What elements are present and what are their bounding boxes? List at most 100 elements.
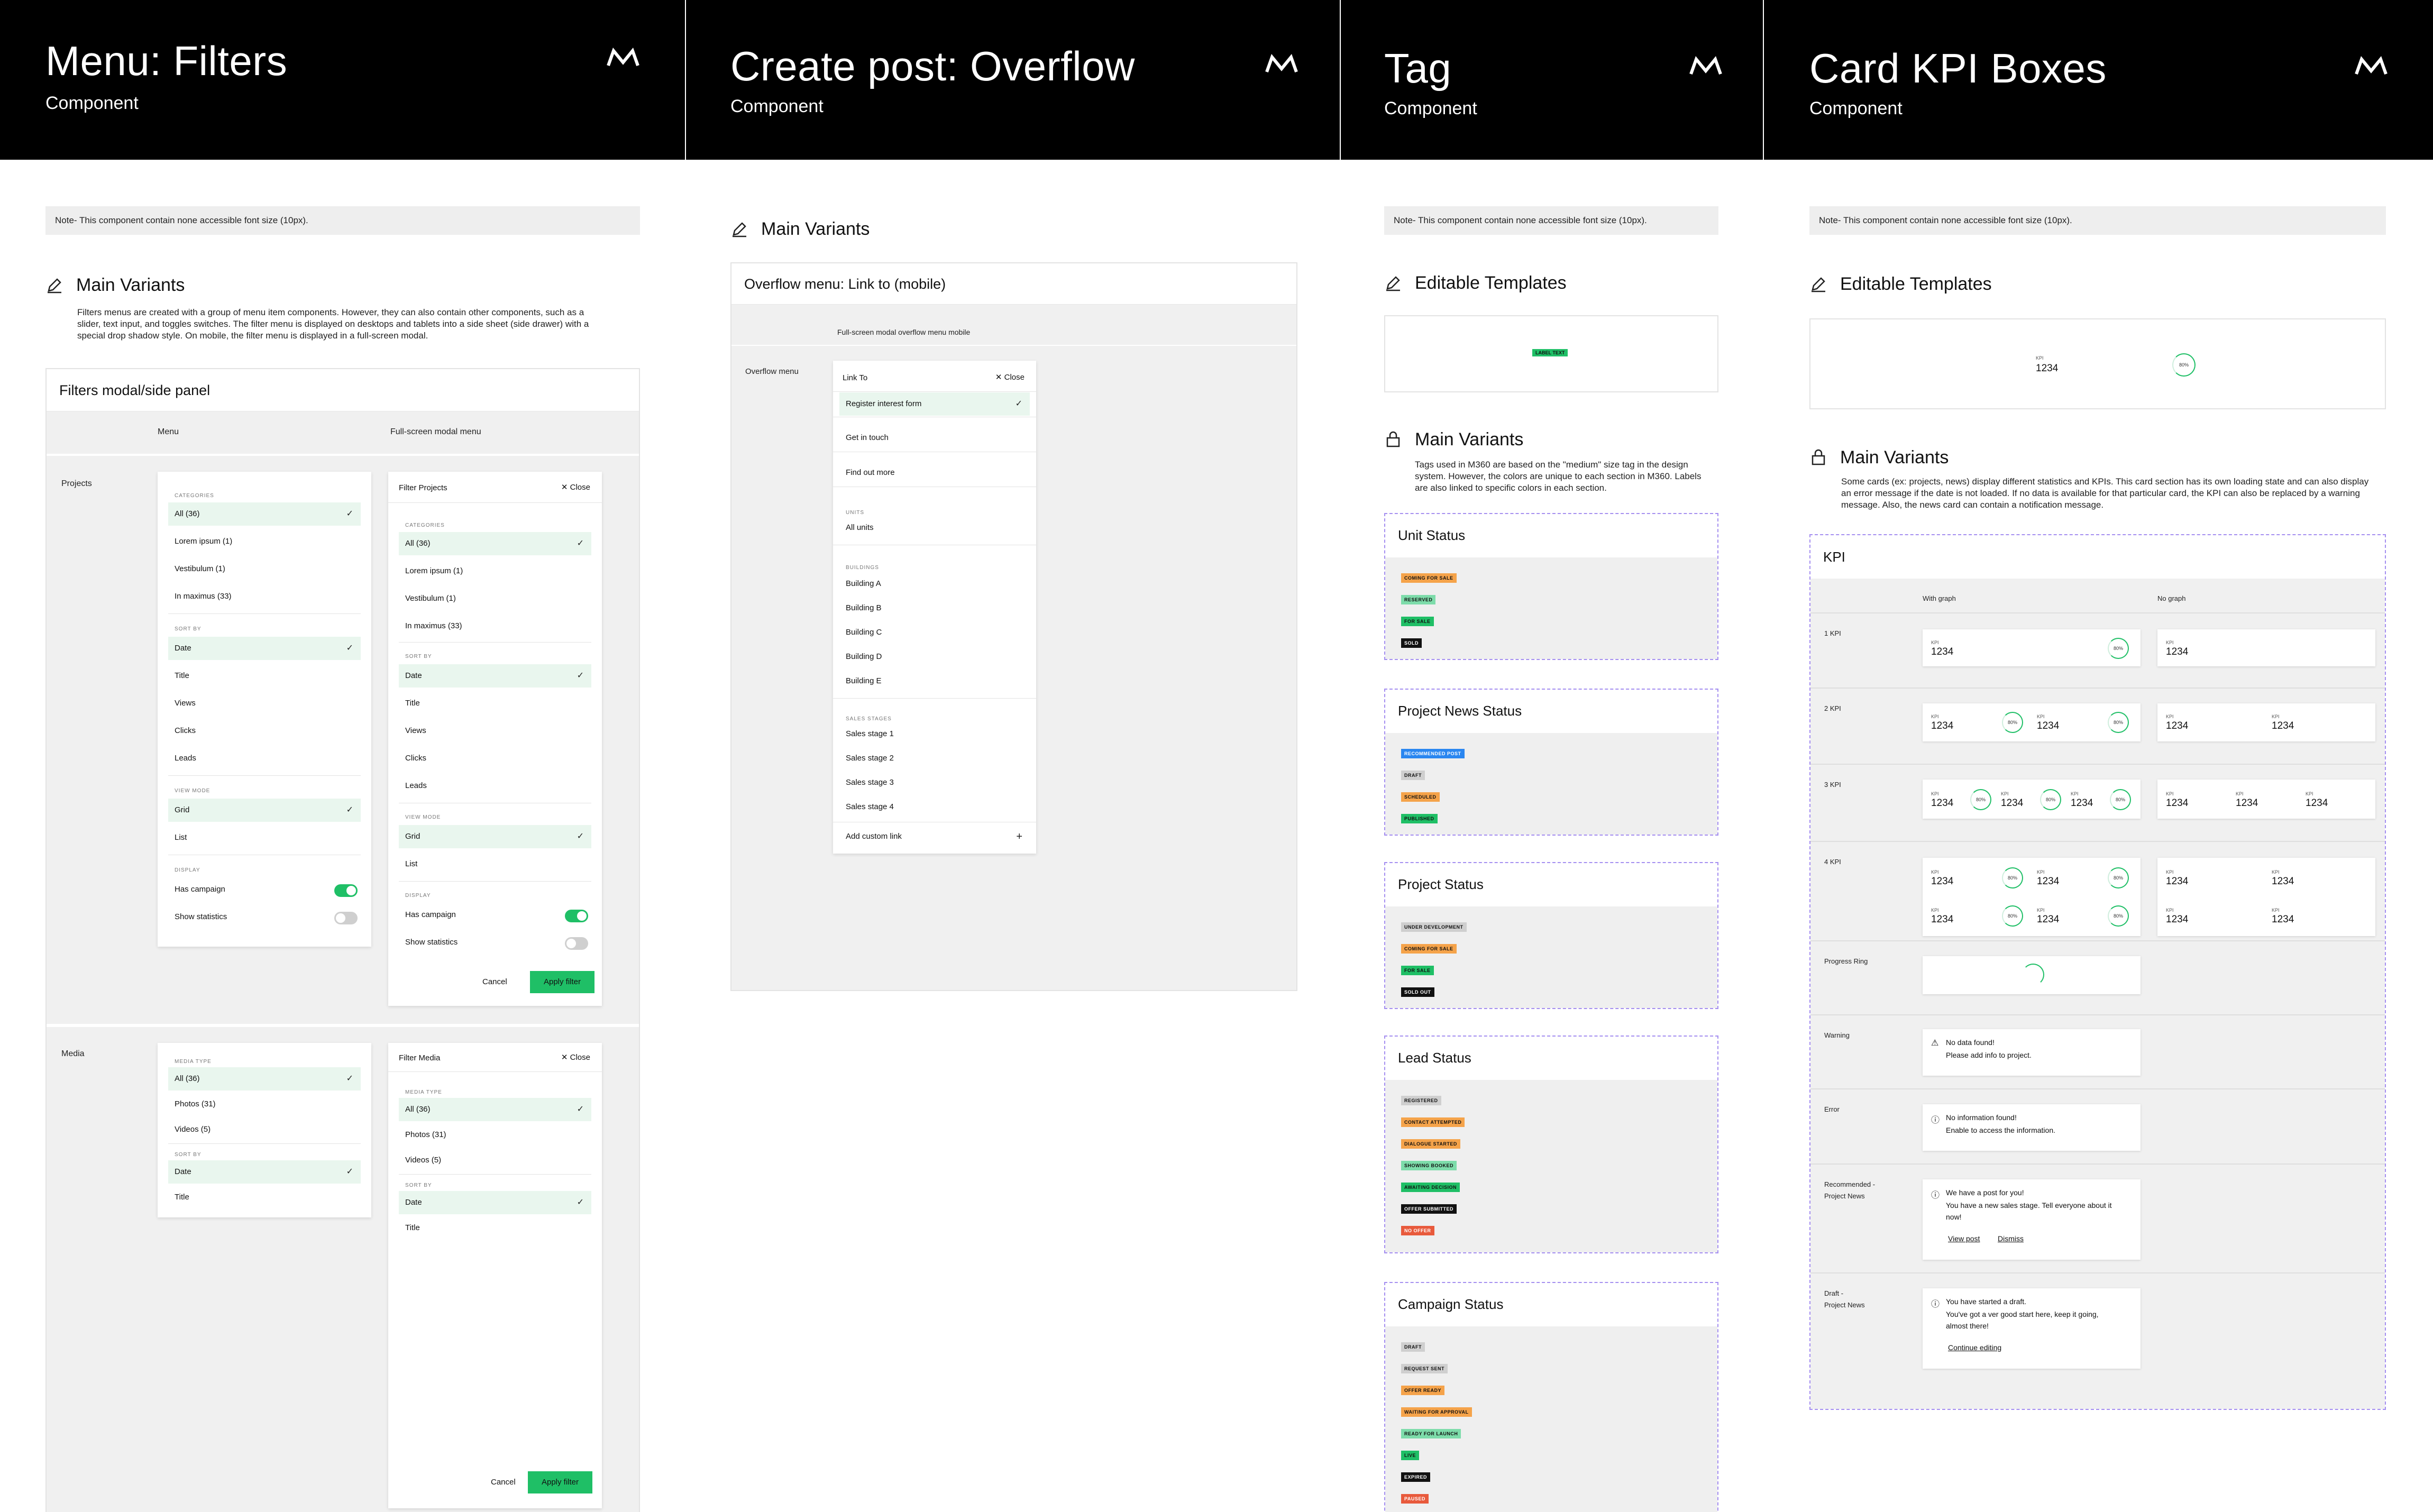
menu-item-grid[interactable]: Grid ✓ — [168, 799, 361, 822]
page-subtitle: Component — [1809, 98, 1903, 118]
menu-item-all[interactable]: All (36) ✓ — [399, 532, 591, 555]
check-icon: ✓ — [346, 805, 353, 814]
continue-editing-link[interactable]: Continue editing — [1948, 1343, 2001, 1352]
kpi-label: KPI — [2001, 791, 2009, 796]
menu-item-date[interactable]: Date ✓ — [399, 1191, 591, 1214]
check-icon: ✓ — [346, 1167, 353, 1176]
menu-item-clicks[interactable]: Clicks — [399, 747, 591, 770]
close-button[interactable]: ✕ Close — [561, 1052, 590, 1062]
menu-item-date[interactable]: Date ✓ — [168, 1160, 361, 1184]
show-stats-toggle[interactable] — [565, 937, 588, 950]
kpi-value: 1234 — [2037, 876, 2060, 887]
info-icon: ⓘ — [1931, 1300, 1940, 1309]
menu-item-inmax[interactable]: In maximus (33) — [399, 615, 591, 638]
menu-item-leads[interactable]: Leads — [168, 747, 361, 770]
overflow-item-all-units[interactable]: All units — [839, 516, 1026, 539]
row-divider — [1810, 940, 2385, 941]
has-campaign-toggle[interactable] — [565, 910, 588, 922]
kpi-value: 1234 — [1931, 720, 1954, 731]
menu-item-inmax[interactable]: In maximus (33) — [168, 585, 361, 608]
media-row: Media MEDIA TYPE All (36) ✓ Photos (31) V… — [47, 1027, 639, 1512]
overflow-page: Create post: Overflow Component Main Var… — [686, 0, 1340, 1512]
overflow-item-building[interactable]: Building A — [839, 572, 1026, 595]
menu-item-videos[interactable]: Videos (5) — [168, 1118, 361, 1141]
view-post-link[interactable]: View post — [1948, 1234, 1980, 1243]
close-icon: ✕ — [561, 1053, 568, 1062]
show-stats-toggle[interactable] — [334, 912, 358, 924]
overflow-item-building[interactable]: Building D — [839, 645, 1026, 668]
col-menu: Menu — [158, 427, 179, 436]
overflow-item-get-in-touch[interactable]: Get in touch — [839, 426, 1026, 450]
menu-item-lorem[interactable]: Lorem ipsum (1) — [168, 530, 361, 553]
add-custom-link-button[interactable]: Add custom link + — [839, 825, 1030, 848]
dismiss-link[interactable]: Dismiss — [1998, 1234, 2024, 1243]
kpi-label: KPI — [1931, 791, 1939, 796]
menu-item-photos[interactable]: Photos (31) — [168, 1093, 361, 1116]
menu-item-all[interactable]: All (36) ✓ — [399, 1098, 591, 1121]
overflow-item-sales[interactable]: Sales stage 4 — [839, 795, 1026, 819]
cancel-button[interactable]: Cancel — [482, 971, 507, 993]
menu-item-list[interactable]: List — [168, 826, 361, 849]
menu-item-title[interactable]: Title — [168, 1186, 361, 1209]
kpi-value: 1234 — [1931, 914, 1954, 925]
status-tag: FOR SALE — [1401, 966, 1434, 975]
kpi-header: Card KPI Boxes Component — [1764, 0, 2433, 160]
overflow-item-building[interactable]: Building B — [839, 597, 1026, 620]
menu-item-date[interactable]: Date ✓ — [399, 664, 591, 688]
menu-item-views[interactable]: Views — [168, 692, 361, 715]
apply-filter-button[interactable]: Apply filter — [530, 971, 594, 993]
overflow-item-sales[interactable]: Sales stage 3 — [839, 771, 1026, 794]
menu-item-all[interactable]: All (36) ✓ — [168, 502, 361, 526]
kpi-label: KPI — [2272, 908, 2280, 913]
menu-item-videos[interactable]: Videos (5) — [399, 1149, 591, 1172]
cancel-button[interactable]: Cancel — [491, 1471, 516, 1493]
brand-logo-icon — [607, 47, 639, 67]
menu-item-date[interactable]: Date ✓ — [168, 637, 361, 660]
col-overflow: Full-screen modal overflow menu mobile — [837, 328, 971, 336]
filters-page: Menu: Filters Component Note- This compo… — [0, 0, 685, 1512]
info-icon: ⓘ — [1931, 1191, 1940, 1200]
status-tag: COMING FOR SALE — [1401, 573, 1457, 583]
menu-item-title[interactable]: Title — [399, 692, 591, 715]
page-subtitle: Component — [45, 93, 139, 113]
menu-item-title[interactable]: Title — [399, 1216, 591, 1240]
pencil-icon — [48, 278, 61, 294]
check-icon: ✓ — [1015, 399, 1022, 408]
tag-group: Project News Status RECOMMENDED POST DRAFT… — [1384, 689, 1718, 836]
menu-item-leads[interactable]: Leads — [399, 774, 591, 798]
filter-title: Filter Media — [399, 1053, 441, 1062]
overflow-item-sales[interactable]: Sales stage 2 — [839, 747, 1026, 770]
overflow-item-building[interactable]: Building E — [839, 670, 1026, 693]
status-tag: LIVE — [1401, 1451, 1420, 1460]
has-campaign-toggle[interactable] — [334, 884, 358, 897]
menu-item-vest[interactable]: Vestibulum (1) — [399, 587, 591, 610]
menu-item-title[interactable]: Title — [168, 664, 361, 688]
check-icon: ✓ — [346, 644, 353, 653]
row-divider — [1810, 1088, 2385, 1089]
apply-filter-button[interactable]: Apply filter — [528, 1471, 592, 1493]
menu-item-vest[interactable]: Vestibulum (1) — [168, 557, 361, 581]
menu-item-clicks[interactable]: Clicks — [168, 719, 361, 743]
menu-item-list[interactable]: List — [399, 853, 591, 876]
menu-item-grid[interactable]: Grid ✓ — [399, 825, 591, 848]
overflow-item-building[interactable]: Building C — [839, 621, 1026, 644]
progress-ring: 80% — [2040, 789, 2061, 810]
kpi-label: KPI — [2037, 908, 2045, 913]
menu-item-photos[interactable]: Photos (31) — [399, 1123, 591, 1147]
progress-ring: 80% — [1970, 789, 1991, 810]
kpi-panel: KPI With graph No graph 1 KPI 2 KPI 3 KPI 4… — [1809, 534, 2386, 1410]
tag-group: Unit Status COMING FOR SALE RESERVED FOR SA… — [1384, 513, 1718, 660]
menu-item-lorem[interactable]: Lorem ipsum (1) — [399, 560, 591, 583]
kpi-value: 1234 — [2272, 914, 2294, 925]
overflow-item-register[interactable]: Register interest form ✓ — [839, 392, 1030, 416]
page-subtitle: Component — [730, 96, 824, 116]
loading-card — [1923, 956, 2141, 994]
overflow-item-find-out[interactable]: Find out more — [839, 461, 1026, 484]
menu-item-views[interactable]: Views — [399, 719, 591, 743]
close-button[interactable]: ✕ Close — [561, 482, 590, 492]
menu-item-all[interactable]: All (36) ✓ — [168, 1067, 361, 1091]
status-tag: NO OFFER — [1401, 1226, 1434, 1235]
column-header-bar: Menu Full-screen modal menu — [47, 411, 639, 454]
close-button[interactable]: ✕ Close — [995, 372, 1025, 382]
overflow-item-sales[interactable]: Sales stage 1 — [839, 722, 1026, 746]
